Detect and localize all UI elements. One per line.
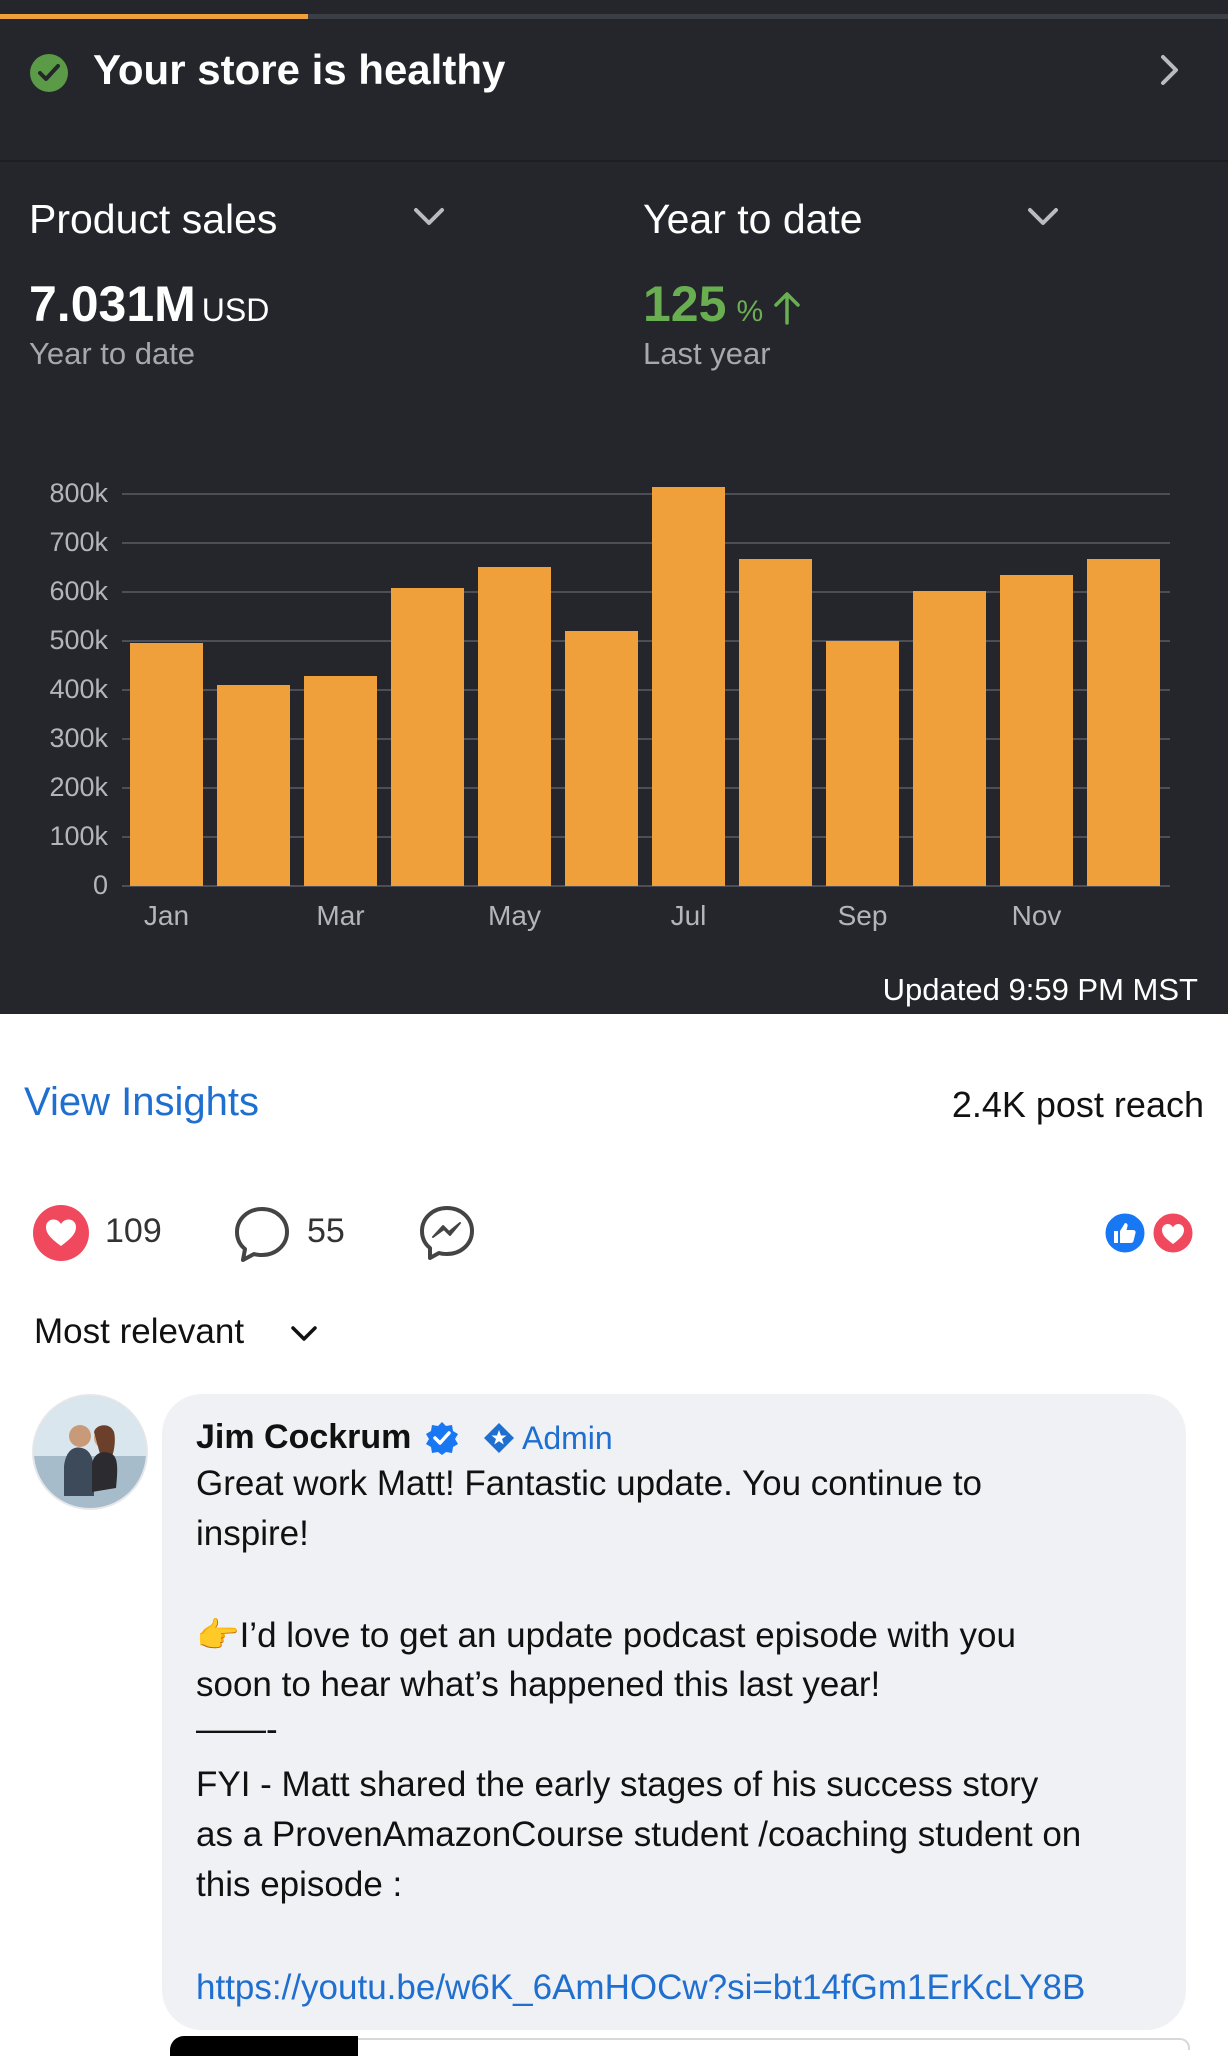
chart-bar-jun[interactable] [565, 631, 638, 886]
y-axis-tick-label: 700k [49, 527, 108, 557]
comment-author[interactable]: Jim Cockrum [196, 1418, 411, 1457]
sort-dropdown[interactable]: Most relevant [34, 1312, 244, 1352]
x-axis-tick-label: Mar [316, 900, 365, 931]
comment-line: ——- [196, 1710, 278, 1749]
view-insights-link[interactable]: View Insights [24, 1080, 259, 1125]
bottom-card-edge [358, 2038, 1190, 2050]
y-axis-tick-label: 100k [49, 821, 108, 851]
comment-line: as a ProvenAmazonCourse student /coachin… [196, 1815, 1082, 1854]
y-axis-tick-label: 400k [49, 674, 108, 704]
sales-total: 7.031M USD [29, 275, 269, 333]
admin-badge: Admin [522, 1420, 613, 1456]
comment-line: soon to hear what’s happened this last y… [196, 1665, 881, 1704]
chart-bar-sep[interactable] [826, 641, 899, 886]
chart-bar-aug[interactable] [739, 559, 812, 886]
chart-bar-nov[interactable] [1000, 574, 1073, 886]
comment-line: this episode : [196, 1865, 403, 1904]
y-axis-tick-label: 600k [49, 576, 108, 606]
chart-bar-may[interactable] [478, 566, 551, 886]
y-axis-tick-label: 300k [49, 723, 108, 753]
love-reaction-icon [1150, 1210, 1196, 1256]
y-axis-tick-label: 500k [49, 625, 108, 655]
growth-unit: % [736, 295, 764, 328]
check-circle-icon [30, 54, 68, 92]
comment-link[interactable]: https://youtu.be/w6K_6AmHOCw?si=bt14fGm1… [196, 1968, 1085, 2008]
arrow-up-icon [774, 292, 800, 325]
updated-timestamp: Updated 9:59 PM MST [882, 972, 1198, 1007]
y-axis-tick-label: 0 [92, 870, 108, 900]
sort-label: Most relevant [34, 1312, 245, 1351]
comment-count[interactable]: 55 [307, 1212, 345, 1251]
growth-value: 125 [643, 276, 727, 332]
chevron-down-icon[interactable] [1026, 206, 1060, 228]
sales-currency: USD [201, 292, 270, 328]
bottom-thumbnail-edge [170, 2036, 358, 2056]
sales-total-caption: Year to date [29, 336, 196, 371]
messenger-icon[interactable] [418, 1204, 476, 1262]
x-axis-tick-label: Jan [143, 900, 190, 931]
growth-caption: Last year [643, 336, 771, 371]
comment-line: FYI - Matt shared the early stages of hi… [196, 1765, 1039, 1804]
admin-star-icon [484, 1423, 514, 1453]
chevron-down-icon[interactable] [290, 1325, 318, 1343]
comment-line: 👉I’d love to get an update podcast episo… [196, 1616, 1016, 1655]
chart-bar-apr[interactable] [391, 588, 464, 886]
comment-line: inspire! [196, 1514, 309, 1553]
x-axis-tick-label: Nov [1011, 900, 1062, 931]
comment-icon[interactable] [232, 1204, 292, 1264]
chart-bar-jul[interactable] [652, 486, 725, 886]
x-axis-tick-label: Sep [837, 900, 888, 931]
like-reaction-icon [1102, 1210, 1148, 1256]
chart-bar-dec[interactable] [1087, 559, 1160, 886]
growth-metric: 125% [643, 275, 763, 333]
y-axis-tick-label: 800k [49, 478, 108, 508]
chart-gridline [122, 542, 1170, 544]
verified-badge-icon [426, 1422, 458, 1455]
metric-select-label[interactable]: Product sales [29, 196, 277, 243]
period-select-label[interactable]: Year to date [643, 196, 863, 243]
chart-bar-mar[interactable] [304, 676, 377, 886]
reaction-count[interactable]: 109 [105, 1212, 162, 1251]
avatar[interactable] [32, 1394, 148, 1510]
chevron-right-icon[interactable] [1158, 52, 1182, 88]
chart-bar-jan[interactable] [130, 643, 203, 886]
chevron-down-icon[interactable] [412, 206, 446, 228]
chart-gridline [122, 493, 1170, 495]
store-health-text: Your store is healthy [93, 46, 506, 93]
chart-bar-oct[interactable] [913, 591, 986, 886]
x-axis-tick-label: Jul [670, 900, 707, 931]
sales-total-value: 7.031M [29, 276, 196, 332]
post-reach: 2.4K post reach [951, 1084, 1204, 1125]
x-axis-tick-label: May [488, 900, 541, 931]
chart-bar-feb[interactable] [217, 685, 290, 886]
y-axis-tick-label: 200k [49, 772, 108, 802]
comment-line: Great work Matt! Fantastic update. You c… [196, 1464, 983, 1503]
heart-icon[interactable] [32, 1204, 90, 1262]
